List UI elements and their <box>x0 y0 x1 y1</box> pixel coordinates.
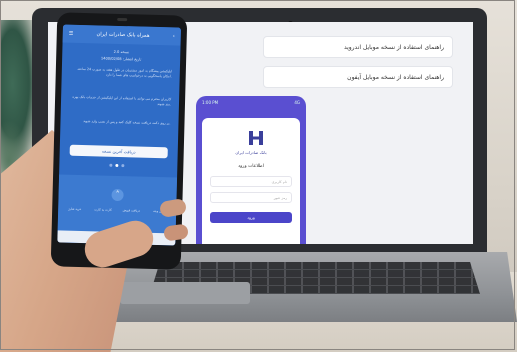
inner-status-time: 1:00 PM <box>202 100 219 105</box>
service-item[interactable]: خرید شارژ <box>62 207 87 212</box>
release-date: تاریخ انتشار: 1400/02/08 <box>100 56 142 62</box>
service-item[interactable]: کارت به کارت <box>90 207 115 212</box>
phone-speaker <box>117 17 128 22</box>
carousel-dot[interactable] <box>121 164 125 168</box>
photo-scene: راهنمای استفاده از نسخه موبایل اندروید ر… <box>0 0 517 352</box>
description-paragraph-3: بر روی دکمه دریافت نسخه کلیک کنید و پس ا… <box>83 119 171 126</box>
inner-status-signal: 4G <box>294 100 300 105</box>
iphone-guide-item[interactable]: راهنمای استفاده از نسخه موبایل آیفون <box>263 66 453 88</box>
carousel-dot[interactable] <box>109 163 113 167</box>
service-item[interactable]: دریافت قبوض <box>119 208 144 213</box>
bank-logo-icon <box>249 131 263 145</box>
description-paragraph-1: اپلیکیشن پیشگام به امور مشتریان در طول ه… <box>77 66 172 79</box>
android-guide-label: راهنمای استفاده از نسخه موبایل اندروید <box>343 43 444 51</box>
login-card: بانک صادرات ایران اطلاعات ورود نام کاربر… <box>202 118 300 244</box>
phone-app-title: همراه بانک صادرات ایران <box>96 31 150 39</box>
description-paragraph-2: کاربران محترم می توانند با استفاده از ای… <box>72 94 172 107</box>
download-latest-button[interactable]: دریافت آخرین نسخه <box>69 144 168 159</box>
menu-icon[interactable]: ☰ <box>69 31 74 37</box>
username-field[interactable]: نام کاربری <box>210 176 292 187</box>
laptop-touchpad <box>120 282 250 304</box>
carousel-dots[interactable] <box>109 163 125 168</box>
iphone-guide-label: راهنمای استفاده از نسخه موبایل آیفون <box>347 73 444 81</box>
inner-phone-mockup: 1:00 PM 4G بانک صادرات ایران اطلاعات ورو… <box>196 96 306 244</box>
login-title: اطلاعات ورود <box>238 164 264 169</box>
password-field[interactable]: رمز عبور <box>210 192 292 203</box>
android-guide-item[interactable]: راهنمای استفاده از نسخه موبایل اندروید <box>263 36 453 58</box>
bank-subtitle: بانک صادرات ایران <box>235 150 267 155</box>
carousel-dot-active[interactable] <box>115 163 119 167</box>
back-arrow-icon[interactable]: ‹ <box>173 33 175 39</box>
inner-status-bar: 1:00 PM 4G <box>202 100 300 105</box>
login-button[interactable]: ورود <box>210 212 292 223</box>
phone-app-header: ☰ همراه بانک صادرات ایران ‹ <box>62 24 181 46</box>
